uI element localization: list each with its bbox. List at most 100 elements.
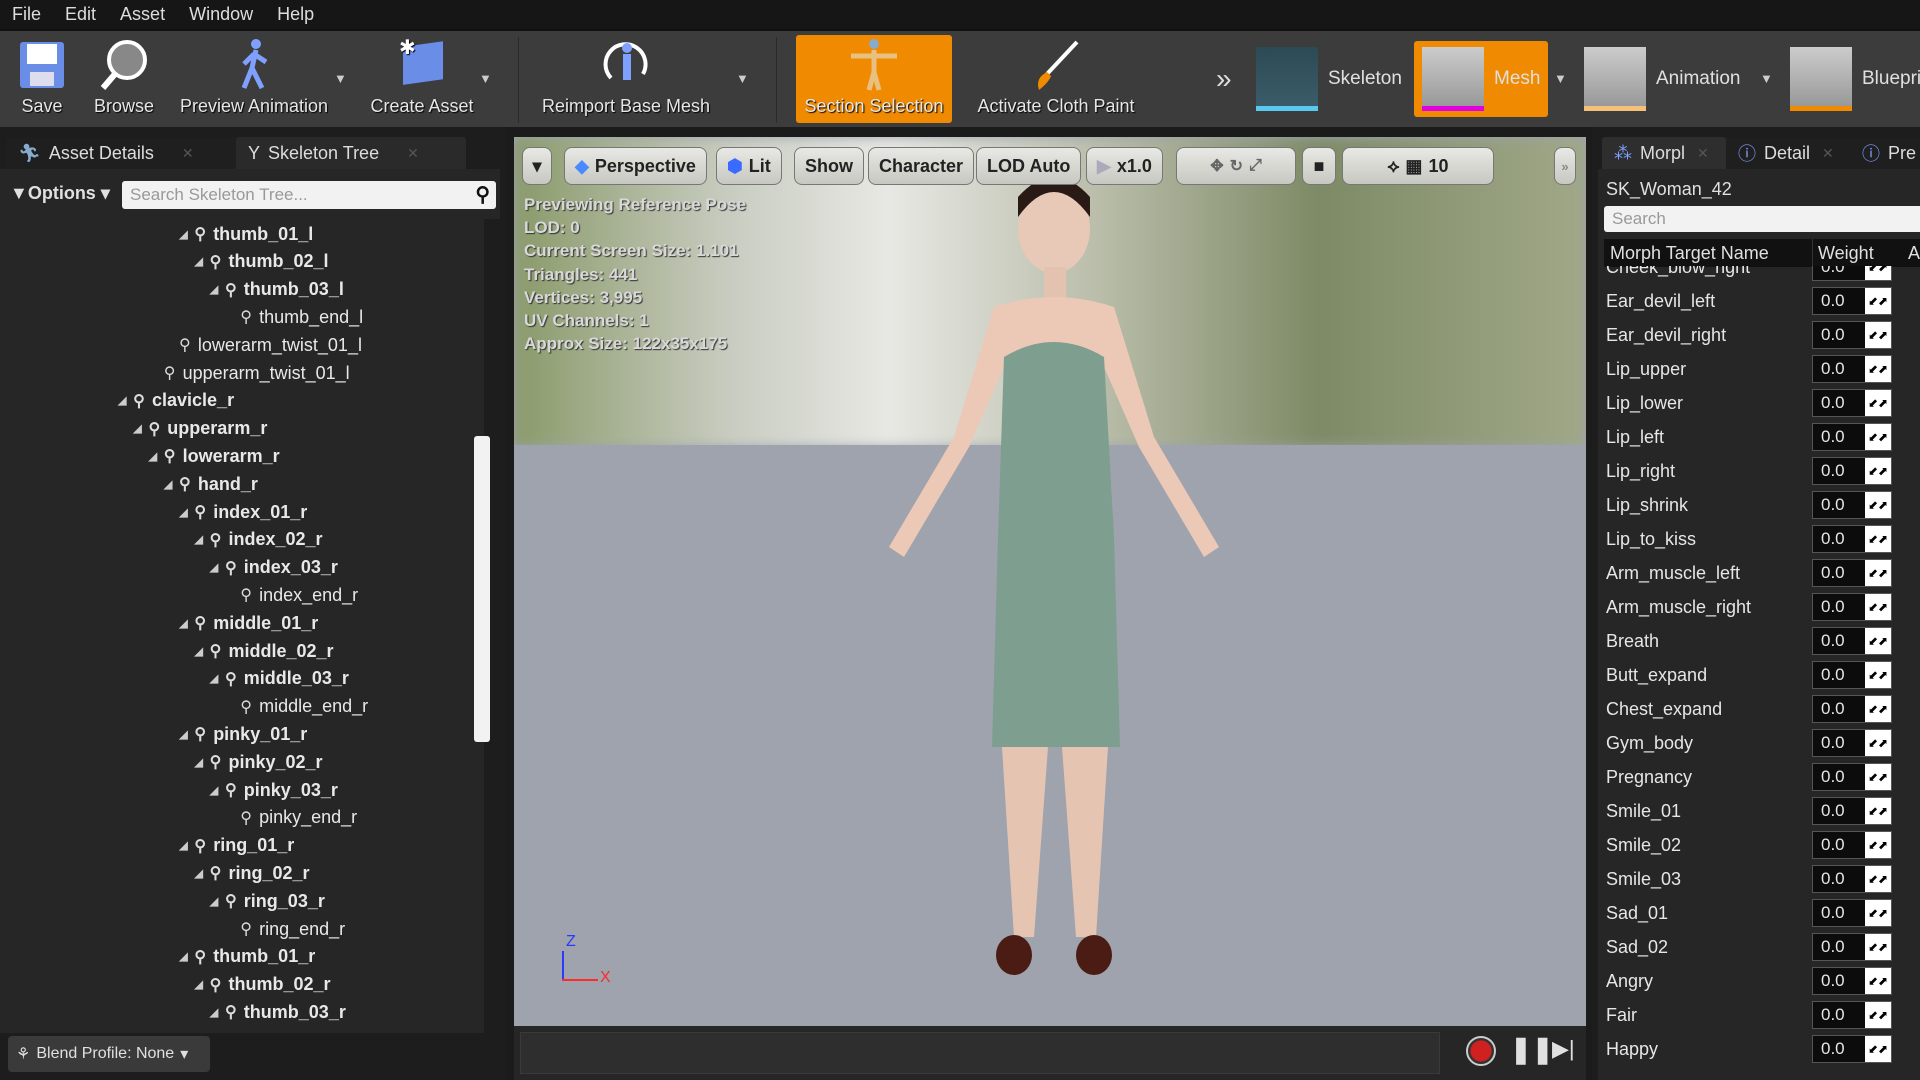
column-header-name[interactable]: Morph Target Name [1610, 243, 1769, 264]
weight-input[interactable]: 0.0 ⬋⬈ [1812, 423, 1892, 451]
drag-arrows-icon[interactable]: ⬋⬈ [1865, 866, 1891, 892]
drag-arrows-icon[interactable]: ⬋⬈ [1865, 560, 1891, 586]
tab-details[interactable]: ⓘ Detail ✕ [1726, 137, 1850, 169]
weight-input[interactable]: 0.0 ⬋⬈ [1812, 321, 1892, 349]
mesh-dropdown[interactable]: ▼ [1554, 71, 1567, 86]
drag-arrows-icon[interactable]: ⬋⬈ [1865, 526, 1891, 552]
asset-nav-skeleton[interactable]: Skeleton [1248, 41, 1410, 117]
weight-input[interactable]: 0.0 ⬋⬈ [1812, 389, 1892, 417]
drag-arrows-icon[interactable]: ⬋⬈ [1865, 968, 1891, 994]
camera-cube-button[interactable]: ■ [1302, 147, 1336, 185]
drag-arrows-icon[interactable]: ⬋⬈ [1865, 662, 1891, 688]
save-button[interactable]: Save [10, 35, 74, 123]
transform-tools[interactable]: ✥ ↻ ⤢ [1176, 147, 1296, 185]
browse-button[interactable]: Browse [88, 35, 160, 123]
drag-arrows-icon[interactable]: ⬋⬈ [1865, 1036, 1891, 1062]
weight-input[interactable]: 0.0 ⬋⬈ [1812, 831, 1892, 859]
column-header-weight[interactable]: Weight [1818, 243, 1874, 264]
weight-input[interactable]: 0.0 ⬋⬈ [1812, 763, 1892, 791]
drag-arrows-icon[interactable]: ⬋⬈ [1865, 492, 1891, 518]
menu-edit[interactable]: Edit [65, 4, 96, 25]
create-asset-dropdown[interactable]: ▼ [479, 71, 492, 86]
close-icon[interactable]: ✕ [407, 145, 419, 162]
weight-input[interactable]: 0.0 ⬋⬈ [1812, 661, 1892, 689]
weight-input[interactable]: 0.0 ⬋⬈ [1812, 525, 1892, 553]
skeleton-search-input[interactable]: Search Skeleton Tree... ⚲ [122, 181, 496, 209]
show-button[interactable]: Show [794, 147, 864, 185]
lod-button[interactable]: LOD Auto [976, 147, 1082, 185]
reimport-dropdown[interactable]: ▼ [736, 71, 749, 86]
column-header-auto[interactable]: A [1908, 243, 1920, 264]
tab-preview-settings[interactable]: ⓘ Pre [1850, 137, 1920, 169]
drag-arrows-icon[interactable]: ⬋⬈ [1865, 730, 1891, 756]
menu-help[interactable]: Help [277, 4, 314, 25]
weight-input[interactable]: 0.0 ⬋⬈ [1812, 865, 1892, 893]
grid-icon[interactable]: ▦ [1405, 156, 1422, 177]
weight-input[interactable]: 0.0 ⬋⬈ [1812, 1001, 1892, 1029]
playback-speed-button[interactable]: ▶ x1.0 [1086, 147, 1163, 185]
drag-arrows-icon[interactable]: ⬋⬈ [1865, 934, 1891, 960]
morph-search-input[interactable]: Search [1604, 206, 1920, 232]
drag-arrows-icon[interactable]: ⬋⬈ [1865, 458, 1891, 484]
drag-arrows-icon[interactable]: ⬋⬈ [1865, 322, 1891, 348]
drag-arrows-icon[interactable]: ⬋⬈ [1865, 356, 1891, 382]
viewport-more-button[interactable]: » [1554, 147, 1576, 185]
weight-input[interactable]: 0.0 ⬋⬈ [1812, 1035, 1892, 1063]
tree-row-thumb-01-l[interactable]: ◢ ⚲ thumb_01_l [179, 220, 313, 248]
asset-nav-animation[interactable]: Animation [1576, 41, 1749, 117]
perspective-button[interactable]: ◆ Perspective [564, 147, 707, 185]
asset-nav-blueprint[interactable]: Bluepri [1782, 41, 1920, 117]
drag-arrows-icon[interactable]: ⬋⬈ [1865, 424, 1891, 450]
preview-animation-dropdown[interactable]: ▼ [334, 71, 347, 86]
weight-input[interactable]: 0.0 ⬋⬈ [1812, 967, 1892, 995]
scale-icon[interactable]: ⤢ [1249, 157, 1262, 175]
drag-arrows-icon[interactable]: ⬋⬈ [1865, 900, 1891, 926]
close-icon[interactable]: ✕ [182, 145, 194, 162]
drag-arrows-icon[interactable]: ⬋⬈ [1865, 390, 1891, 416]
rotate-icon[interactable]: ↻ [1230, 156, 1243, 176]
expand-arrow-icon[interactable]: ◢ [179, 228, 191, 241]
reimport-base-mesh-button[interactable]: Reimport Base Mesh [536, 35, 716, 123]
section-selection-button[interactable]: Section Selection [796, 35, 952, 123]
character-button[interactable]: Character [868, 147, 975, 185]
close-icon[interactable]: ✕ [1822, 145, 1834, 162]
drag-arrows-icon[interactable]: ⬋⬈ [1865, 764, 1891, 790]
weight-input[interactable]: 0.0 ⬋⬈ [1812, 729, 1892, 757]
options-dropdown[interactable]: ▼Options ▾ [10, 183, 110, 204]
activate-cloth-paint-button[interactable]: Activate Cloth Paint [966, 35, 1146, 123]
weight-input[interactable]: 0.0 ⬋⬈ [1812, 559, 1892, 587]
drag-arrows-icon[interactable]: ⬋⬈ [1865, 832, 1891, 858]
preview-animation-button[interactable]: Preview Animation [172, 35, 336, 123]
lit-button[interactable]: ⬢ Lit [716, 147, 782, 185]
drag-arrows-icon[interactable]: ⬋⬈ [1865, 1002, 1891, 1028]
weight-input[interactable]: 0.0 ⬋⬈ [1812, 491, 1892, 519]
drag-arrows-icon[interactable]: ⬋⬈ [1865, 594, 1891, 620]
drag-arrows-icon[interactable]: ⬋⬈ [1865, 288, 1891, 314]
weight-input[interactable]: 0.0 ⬋⬈ [1812, 933, 1892, 961]
weight-input[interactable]: 0.0 ⬋⬈ [1812, 355, 1892, 383]
tab-skeleton-tree[interactable]: Y Skeleton Tree ✕ [236, 137, 466, 169]
drag-arrows-icon[interactable]: ⬋⬈ [1865, 696, 1891, 722]
snap-tools[interactable]: ⟡ ▦ 10 [1342, 147, 1494, 185]
menu-window[interactable]: Window [189, 4, 253, 25]
weight-input[interactable]: 0.0 ⬋⬈ [1812, 266, 1892, 281]
close-icon[interactable]: ✕ [1697, 145, 1709, 162]
menu-asset[interactable]: Asset [120, 4, 165, 25]
weight-input[interactable]: 0.0 ⬋⬈ [1812, 627, 1892, 655]
weight-input[interactable]: 0.0 ⬋⬈ [1812, 287, 1892, 315]
drag-arrows-icon[interactable]: ⬋⬈ [1865, 266, 1891, 280]
tab-asset-details[interactable]: 🏃︎ Asset Details ✕ [6, 137, 236, 169]
chevron-double-right-icon[interactable]: » [1216, 63, 1232, 95]
viewport-options-dropdown[interactable]: ▾ [522, 147, 552, 185]
weight-input[interactable]: 0.0 ⬋⬈ [1812, 593, 1892, 621]
menu-file[interactable]: File [12, 4, 41, 25]
weight-input[interactable]: 0.0 ⬋⬈ [1812, 797, 1892, 825]
grid-snap-value[interactable]: 10 [1428, 156, 1448, 177]
weight-input[interactable]: 0.0 ⬋⬈ [1812, 695, 1892, 723]
asset-nav-mesh[interactable]: Mesh [1414, 41, 1549, 117]
create-asset-button[interactable]: ✱ Create Asset [362, 35, 482, 123]
surface-snap-icon[interactable]: ⟡ [1388, 156, 1400, 177]
weight-input[interactable]: 0.0 ⬋⬈ [1812, 899, 1892, 927]
drag-arrows-icon[interactable]: ⬋⬈ [1865, 798, 1891, 824]
weight-input[interactable]: 0.0 ⬋⬈ [1812, 457, 1892, 485]
